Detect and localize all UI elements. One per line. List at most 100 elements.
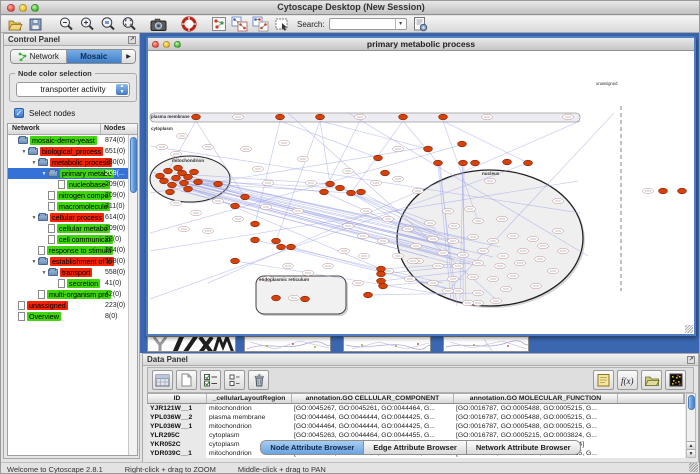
tree-row[interactable]: unassigned223(0) [8, 300, 137, 311]
expander-icon[interactable]: ▼ [40, 270, 48, 276]
table-column-header[interactable]: annotation.GO CELLULAR_COMPONENT [292, 394, 454, 403]
matrix-icon[interactable] [665, 370, 686, 390]
edge [320, 121, 428, 149]
tree-row-node-count: 42(0) [105, 291, 121, 298]
network-tree: mosaic-demo-yeast874(0)▼biological_proce… [8, 135, 137, 322]
selected-gene-node [320, 189, 329, 195]
expander-icon[interactable]: ▼ [30, 215, 38, 221]
copy-network-alt-icon[interactable] [251, 17, 270, 32]
zoom-out-icon[interactable] [56, 17, 75, 32]
tree-row[interactable]: ▼cellular process614(0) [8, 212, 137, 223]
selected-gene-node [316, 114, 325, 120]
network-canvas[interactable]: plasma membranecytoplasmmitochondrionnuc… [148, 51, 694, 334]
tree-row[interactable]: secretion41(0) [8, 278, 137, 289]
compartment-label: plasma membrane [151, 114, 190, 119]
selected-gene-node [166, 189, 175, 195]
tree-row[interactable]: macromolecule311(0) [8, 201, 137, 212]
tab-overflow-button[interactable]: ▶ [122, 50, 135, 63]
float-panel-icon[interactable]: ↗ [128, 36, 136, 44]
expander-icon[interactable]: ▼ [30, 160, 38, 166]
document-icon [58, 279, 65, 288]
tree-column-nodes[interactable]: Nodes [101, 124, 137, 134]
float-panel-icon[interactable]: ↗ [687, 356, 695, 364]
tree-row[interactable]: nucleobase-209(0) [8, 179, 137, 190]
tree-row[interactable]: response to stimulu264(0) [8, 245, 137, 256]
search-dropdown-arrow-icon[interactable]: ▾ [395, 19, 406, 29]
app-resize-grip[interactable] [689, 463, 698, 472]
attribute-config-icon[interactable] [411, 17, 430, 32]
tree-row-label: metabolic process [50, 158, 112, 167]
tab-network[interactable]: Network [11, 50, 67, 63]
attribute-select-icon[interactable] [152, 370, 173, 390]
zoom-in-icon[interactable] [77, 17, 96, 32]
background-window-fragment[interactable] [343, 336, 431, 352]
table-column-header[interactable]: ID [148, 394, 207, 403]
table-column-header[interactable]: annotation.GO MOLECULAR_FUNCTION [454, 394, 618, 403]
help-icon[interactable] [179, 17, 198, 32]
select-mode-icon[interactable] [272, 17, 291, 32]
network-window-title: primary metabolic process [148, 39, 694, 49]
notes-icon[interactable] [593, 370, 614, 390]
tree-scrollbar[interactable] [128, 135, 137, 455]
import-icon[interactable] [641, 370, 662, 390]
network-window-titlebar[interactable]: primary metabolic process [148, 38, 694, 51]
expander-icon[interactable]: ▼ [20, 149, 28, 155]
open-icon[interactable] [5, 17, 24, 32]
zoom-selected-icon[interactable] [98, 17, 117, 32]
tree-header[interactable]: Network Nodes [8, 124, 137, 135]
table-row[interactable]: YPL036W__1mitochondrion[GO:0044464, GO:0… [147, 422, 685, 431]
select-nodes-checkbox[interactable]: ✓ [14, 108, 24, 118]
tree-row[interactable]: ▼primary metabo209(... [8, 168, 137, 179]
expander-icon[interactable]: ▼ [40, 171, 48, 177]
tree-row[interactable]: ▼establishment of lo558(0) [8, 256, 137, 267]
window-resize-grip[interactable] [685, 325, 693, 333]
background-window-fragment[interactable] [443, 336, 529, 352]
network-thumbnail [344, 337, 431, 352]
tab-mosaic-label: Mosaic [80, 52, 107, 61]
tree-scrollbar-thumb[interactable] [130, 137, 137, 193]
tree-row[interactable]: multi-organism pro42(0) [8, 289, 137, 300]
attribute-select-all-icon[interactable] [200, 370, 221, 390]
tab-edge-attribute-browser[interactable]: Edge Attribute Browser [364, 440, 466, 455]
table-row[interactable]: YLR295Ccytoplasm[GO:0045263, GO:0044464,… [147, 431, 685, 440]
selected-gene-node [190, 169, 199, 175]
background-window-fragment[interactable] [244, 336, 331, 352]
copy-network-icon[interactable] [230, 17, 249, 32]
tree-row[interactable]: mosaic-demo-yeast874(0) [8, 135, 137, 146]
table-row[interactable]: YJR121W__1mitochondrion[GO:0045267, GO:0… [147, 404, 685, 413]
combo-arrows-icon: ▲▼ [116, 84, 128, 95]
table-row[interactable]: YPL036W__2plasma membrane[GO:0044464, GO… [147, 413, 685, 422]
tree-row[interactable]: nitrogen compo209(0) [8, 190, 137, 201]
tree-row-node-count: 209(... [105, 170, 125, 177]
search-input[interactable] [332, 19, 394, 29]
network-icon[interactable] [209, 17, 228, 32]
tab-mosaic[interactable]: Mosaic [67, 50, 123, 63]
save-icon[interactable] [26, 17, 45, 32]
formula-icon[interactable]: f(x) [617, 370, 638, 390]
tree-row[interactable]: cellular metabo209(0) [8, 223, 137, 234]
node-color-select[interactable]: transporter activity ▲▼ [16, 82, 130, 97]
table-column-header[interactable] [618, 394, 684, 403]
attribute-table-header[interactable]: ID_cellularLayoutRegionannotation.GO CEL… [147, 393, 685, 404]
tab-node-attribute-browser[interactable]: Node Attribute Browser [260, 440, 364, 455]
snapshot-icon[interactable] [149, 17, 168, 32]
attribute-new-icon[interactable] [176, 370, 197, 390]
tab-network-attribute-browser[interactable]: Network Attribute Browser [467, 440, 581, 455]
table-column-header[interactable]: _cellularLayoutRegion [207, 394, 292, 403]
background-window-fragment[interactable] [147, 336, 236, 352]
attribute-unselect-all-icon[interactable] [224, 370, 245, 390]
table-scrollbar-thumb[interactable] [688, 395, 695, 410]
status-message: Middle-click + drag to PAN [238, 465, 326, 474]
tree-row[interactable]: ▼biological_process651(0) [8, 146, 137, 157]
tree-row[interactable]: cell communicat22(0) [8, 234, 137, 245]
zoom-fit-icon[interactable] [119, 17, 138, 32]
tree-row[interactable]: Overview8(0) [8, 311, 137, 322]
table-cell: [GO:0016787, GO:0005488, GO:0005215, G..… [453, 404, 617, 413]
tree-row[interactable]: ▼transport558(0) [8, 267, 137, 278]
tree-column-network[interactable]: Network [8, 124, 101, 134]
tree-row[interactable]: ▼metabolic process280(0) [8, 157, 137, 168]
attribute-delete-icon[interactable] [248, 370, 269, 390]
expander-icon[interactable]: ▼ [30, 259, 38, 265]
table-cell: YPL036W__2 [147, 413, 206, 422]
tree-row-label: multi-organism pro [47, 290, 111, 299]
